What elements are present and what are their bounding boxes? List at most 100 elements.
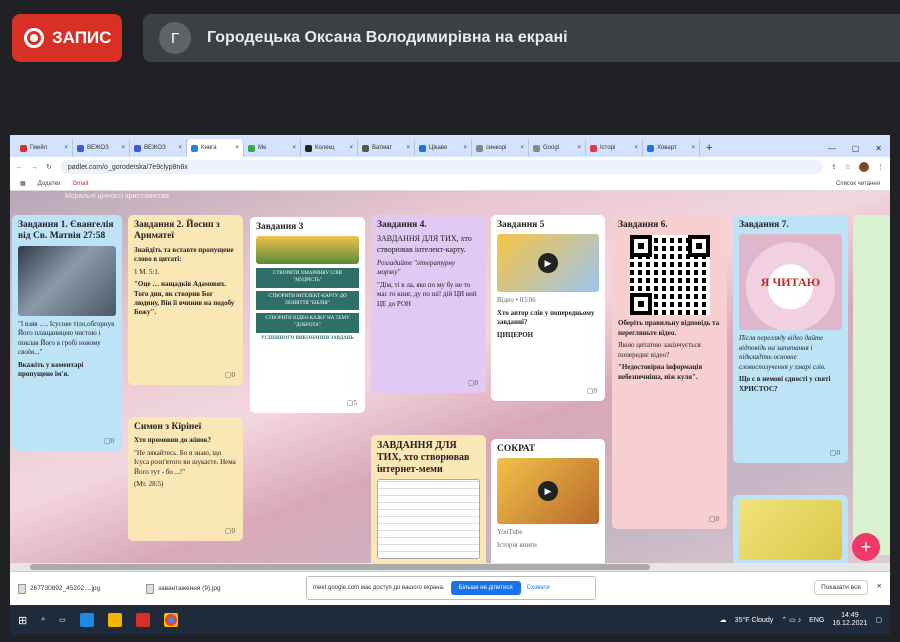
weather-text[interactable]: 35°F Cloudy: [735, 617, 774, 624]
clock[interactable]: 14:49 16.12.2021: [832, 612, 867, 629]
tab-8[interactable]: синкорі ×: [472, 139, 529, 157]
card-caption: Відео • 03:06: [497, 296, 536, 305]
maximize-icon[interactable]: ▢: [852, 144, 860, 153]
close-tab-icon[interactable]: ×: [463, 145, 467, 151]
comment-count[interactable]: ▢0: [587, 387, 597, 396]
back-icon[interactable]: ←: [16, 164, 23, 171]
add-post-button[interactable]: +: [852, 533, 880, 561]
chrome-icon[interactable]: [163, 613, 178, 627]
card-text: 1 М. 5:1.: [134, 267, 160, 276]
tray-icons[interactable]: ⌃ ▭ ♪: [781, 616, 801, 624]
play-icon[interactable]: ▶: [538, 253, 558, 274]
favicon-icon: [476, 144, 483, 152]
close-tab-icon[interactable]: ×: [121, 145, 125, 151]
close-tab-icon[interactable]: ×: [691, 145, 695, 151]
bookmark-apps[interactable]: Додатки: [38, 181, 61, 187]
profile-icon[interactable]: [859, 162, 869, 172]
tab-11[interactable]: Ховарт ×: [643, 139, 700, 157]
card-image: [739, 500, 842, 560]
tab-4[interactable]: Ме ×: [244, 139, 301, 157]
card-memes[interactable]: ЗАВДАННЯ ДЛЯ ТИХ, хто створював інтернет…: [371, 435, 486, 571]
card-text: Розгадайте "літературну морзку": [377, 258, 455, 277]
comment-count[interactable]: ▢5: [347, 399, 357, 408]
app-icon[interactable]: [135, 613, 150, 627]
share-icon[interactable]: ⇪: [831, 163, 837, 171]
minimize-icon[interactable]: —: [828, 144, 836, 153]
tab-0[interactable]: Гмейл ×: [16, 139, 73, 157]
weather-icon[interactable]: ☁: [720, 616, 727, 624]
card-task-6[interactable]: Завдання 6. Оберіть правильну відповідь …: [612, 215, 727, 529]
tab-7[interactable]: Цікаве ×: [415, 139, 472, 157]
presenter-banner: Г Городецька Оксана Володимирівна на екр…: [143, 14, 900, 62]
tab-1[interactable]: ВЕЖОЗ ×: [73, 139, 130, 157]
card-task-3[interactable]: Завдання 3 СТВОРИТИ ХМАРИНКУ СЛІВ "МУДРІ…: [250, 217, 365, 413]
forward-icon[interactable]: →: [31, 164, 38, 171]
tab-5[interactable]: Колекц ×: [301, 139, 358, 157]
video-thumb[interactable]: ▶: [497, 234, 599, 293]
tab-3[interactable]: Книга ×: [187, 139, 244, 157]
comment-count[interactable]: ▢0: [709, 515, 719, 524]
word-cloud-image: Я ЧИТАЮ: [739, 234, 842, 331]
card-task-8-partial[interactable]: [853, 215, 890, 555]
close-icon[interactable]: ✕: [877, 582, 882, 590]
card-task-1[interactable]: Завдання 1. Євангелія від Св. Матвія 27:…: [12, 215, 122, 451]
card-text: Якою цитатою закінчується попереднє віде…: [618, 341, 701, 359]
apps-icon[interactable]: ▦: [20, 180, 26, 187]
close-tab-icon[interactable]: ×: [634, 145, 638, 151]
url-field[interactable]: padlet.com/o_gorodetska/7e9clyp8n8x: [59, 160, 823, 174]
task-view-icon[interactable]: ▭: [59, 616, 66, 624]
card-task-4[interactable]: Завдання 4. ЗАВДАННЯ ДЛЯ ТИХ, хто створю…: [371, 215, 486, 393]
comment-count[interactable]: ▢0: [468, 379, 478, 388]
favicon-icon: [590, 144, 597, 152]
reload-icon[interactable]: ↻: [46, 163, 52, 171]
reading-list[interactable]: Список читання: [836, 181, 890, 187]
window-controls: — ▢ ✕: [828, 139, 890, 157]
card-image-extra[interactable]: [733, 495, 848, 571]
stop-sharing-button[interactable]: Більше не ділитися: [450, 581, 521, 595]
language-indicator[interactable]: ENG: [809, 617, 824, 624]
comment-count[interactable]: ▢0: [104, 437, 114, 446]
edge-icon[interactable]: [79, 613, 94, 627]
star-icon[interactable]: ☆: [845, 163, 851, 171]
close-tab-icon[interactable]: ×: [64, 145, 68, 151]
tab-label: Гмейл: [30, 145, 48, 151]
new-tab-button[interactable]: +: [700, 139, 718, 157]
menu-icon[interactable]: ⋮: [877, 163, 884, 171]
explorer-icon[interactable]: [107, 613, 122, 627]
card-task-7[interactable]: Завдання 7. Я ЧИТАЮ Після перегляду віде…: [733, 215, 848, 463]
card-task-2[interactable]: Завдання 2. Йосип з Ариматеї Знайдіть та…: [128, 215, 243, 385]
tab-2[interactable]: ВЕЖОЗ ×: [130, 139, 187, 157]
bookmark-gmail[interactable]: Gmail: [72, 181, 88, 187]
comment-count[interactable]: ▢0: [225, 371, 235, 380]
card-text: Оберіть правильну відповідь та переглянь…: [618, 319, 720, 337]
close-tab-icon[interactable]: ×: [292, 145, 296, 151]
tab-10[interactable]: Історі ×: [586, 139, 643, 157]
close-tab-icon[interactable]: ×: [520, 145, 524, 151]
download-item[interactable]: 267730892_45202....jpg: [18, 583, 138, 594]
download-item[interactable]: завантаження (9).jpg: [146, 583, 266, 594]
search-icon[interactable]: ⌕: [41, 616, 45, 624]
card-title: СОКРАТ: [497, 444, 536, 454]
favicon-icon: [77, 144, 84, 152]
card-task-5[interactable]: Завдання 5 ▶ Відео • 03:06 Хто автор слі…: [491, 215, 605, 401]
card-simon[interactable]: Симон з Кірінеї Хто промовив до жінок? "…: [128, 417, 243, 541]
close-tab-icon[interactable]: ×: [178, 145, 182, 151]
video-thumb[interactable]: ▶: [497, 458, 599, 525]
comment-count[interactable]: ▢0: [830, 449, 840, 458]
horizontal-scrollbar[interactable]: [10, 563, 890, 571]
close-tab-icon[interactable]: ×: [577, 145, 581, 151]
close-tab-icon[interactable]: ×: [349, 145, 353, 151]
notification-icon[interactable]: ▢: [875, 616, 882, 624]
tab-9[interactable]: Googl ×: [529, 139, 586, 157]
show-all-button[interactable]: Показати все: [814, 580, 868, 595]
hide-button[interactable]: Сховати: [527, 585, 550, 591]
close-tab-icon[interactable]: ×: [406, 145, 410, 151]
tab-6[interactable]: Ватмат ×: [358, 139, 415, 157]
play-icon[interactable]: ▶: [538, 481, 558, 502]
windows-start-icon[interactable]: ⊞: [18, 614, 27, 627]
card-socrat[interactable]: СОКРАТ ▶ YouTube Історія книги: [491, 439, 605, 571]
comment-count[interactable]: ▢0: [225, 527, 235, 536]
close-tab-icon[interactable]: ×: [235, 145, 239, 151]
record-indicator[interactable]: ЗАПИС: [12, 14, 122, 62]
close-window-icon[interactable]: ✕: [875, 144, 882, 153]
